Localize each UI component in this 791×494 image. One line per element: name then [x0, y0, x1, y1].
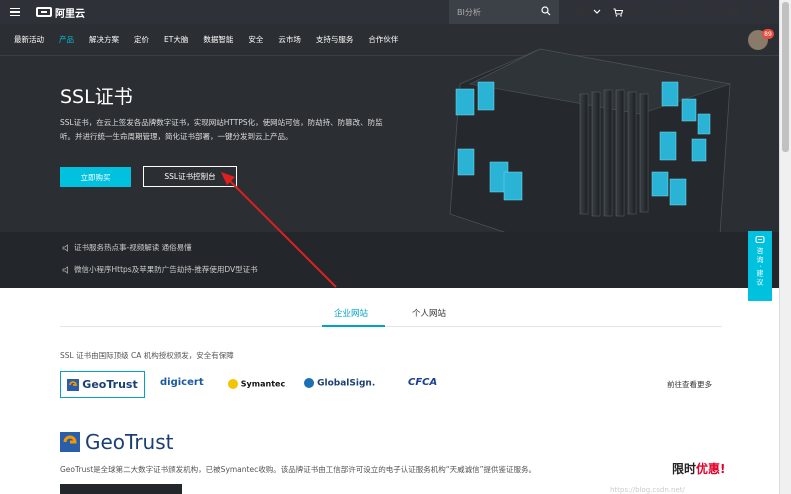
- cart-label: 购物车: [626, 7, 650, 17]
- page-scrollbar[interactable]: [779, 0, 791, 494]
- search-input[interactable]: BI分析: [449, 0, 559, 24]
- scrollbar-thumb[interactable]: [782, 2, 789, 152]
- nav-item[interactable]: ET大脑: [164, 34, 188, 45]
- tab-personal[interactable]: 个人网站: [412, 307, 446, 319]
- brand-symantec[interactable]: Symantec: [228, 379, 285, 389]
- site-type-tabs: 企业网站 个人网站: [60, 300, 722, 327]
- notification-badge: 89: [762, 29, 774, 39]
- watermark: https://blog.csdn.net/: [610, 486, 685, 494]
- geotrust-description: GeoTrust是全球第二大数字证书颁发机构，已被Symantec收购。该品牌证…: [60, 465, 536, 474]
- search-icon[interactable]: [541, 6, 551, 16]
- brand-label: GlobalSign.: [317, 378, 376, 389]
- aliyun-logo[interactable]: 阿里云: [36, 5, 85, 20]
- aliyun-logo-icon: [36, 7, 52, 17]
- buy-now-button[interactable]: 立即购买: [60, 167, 131, 187]
- limited-offer-label: 限时优惠!: [672, 460, 726, 477]
- geotrust-logo-icon: [67, 378, 80, 391]
- symantec-check-icon: [228, 379, 238, 389]
- brand-cfca[interactable]: CFCA: [408, 377, 437, 388]
- ssl-console-button[interactable]: SSL证书控制台: [143, 166, 237, 187]
- chat-icon: [755, 236, 765, 243]
- nav-item[interactable]: 产品: [59, 34, 74, 45]
- consult-suggest-button[interactable]: 咨询·建议: [748, 231, 772, 301]
- geotrust-logo-icon: [60, 432, 80, 452]
- nav-item[interactable]: 定价: [134, 34, 149, 45]
- news-text: 证书服务热点事-视频解读 通俗易懂: [74, 243, 192, 252]
- nav-item[interactable]: 数据智能: [203, 34, 233, 45]
- geotrust-heading: GeoTrust: [60, 430, 173, 454]
- nav-item[interactable]: 解决方案: [89, 34, 119, 45]
- active-tab-indicator: [322, 325, 385, 327]
- tab-enterprise[interactable]: 企业网站: [334, 307, 368, 319]
- logo-text: 阿里云: [55, 8, 85, 20]
- nav-item[interactable]: 安全: [248, 34, 263, 45]
- globalsign-globe-icon: [304, 378, 314, 388]
- hero-description: SSL证书，在云上签发各品牌数字证书，实现网站HTTPS化，使网站可信，防劫持、…: [60, 118, 383, 141]
- nav-item[interactable]: 支持与服务: [316, 34, 354, 45]
- chevron-down-icon: [593, 9, 601, 14]
- promo-highlight: 优惠!: [696, 462, 726, 476]
- console-link[interactable]: 控制台: [662, 7, 686, 18]
- geotrust-title: GeoTrust: [85, 430, 174, 454]
- speaker-icon: [62, 265, 68, 274]
- page-title: SSL证书: [60, 86, 133, 108]
- news-text: 微信小程序Https及苹果防广告劫持-推荐使用DV型证书: [74, 265, 258, 274]
- mail-link[interactable]: 邮箱: [754, 7, 770, 18]
- beian-link[interactable]: 备案: [726, 7, 742, 18]
- news-item[interactable]: 证书服务热点事-视频解读 通俗易懂: [62, 242, 192, 253]
- cart-link[interactable]: 购物车: [613, 7, 650, 18]
- region-selector[interactable]: 中国站: [566, 7, 601, 18]
- hero-banner: 最新活动 产品 解决方案 定价 ET大脑 数据智能 安全 云市场 支持与服务 合作伙伴 89 SS…: [0, 24, 779, 288]
- brand-geotrust[interactable]: GeoTrust: [60, 371, 145, 398]
- speaker-icon: [62, 243, 68, 252]
- nav-item[interactable]: 最新活动: [14, 34, 44, 45]
- nav-item[interactable]: 云市场: [278, 34, 301, 45]
- region-label: 中国站: [566, 7, 590, 17]
- search-value: BI分析: [457, 7, 481, 17]
- promo-prefix: 限时: [672, 462, 697, 476]
- brand-globalsign[interactable]: GlobalSign.: [304, 378, 375, 389]
- brand-digicert[interactable]: digicert: [160, 377, 204, 388]
- cart-icon: [613, 8, 623, 17]
- ssl-3d-illustration: [449, 48, 731, 244]
- product-card-header: [60, 484, 182, 494]
- consult-label: 咨询·建议: [756, 247, 764, 288]
- nav-item[interactable]: 合作伙伴: [368, 34, 398, 45]
- news-item[interactable]: 微信小程序Https及苹果防广告劫持-推荐使用DV型证书: [62, 264, 258, 275]
- brand-list: GeoTrust digicert Symantec GlobalSign. C…: [60, 371, 722, 398]
- menu-icon[interactable]: [0, 0, 30, 24]
- brand-label: Symantec: [240, 379, 286, 389]
- brand-label: GeoTrust: [82, 378, 138, 391]
- ca-authority-note: SSL 证书由国际顶级 CA 机构授权颁发，安全有保障: [60, 351, 234, 360]
- view-more-link[interactable]: 前往查看更多: [667, 379, 712, 390]
- top-right-links: 中国站 购物车 控制台 文档 备案 邮箱: [566, 0, 770, 24]
- hero-news-strip: 证书服务热点事-视频解读 通俗易懂 微信小程序Https及苹果防广告劫持-推荐使…: [0, 232, 779, 288]
- docs-link[interactable]: 文档: [698, 7, 714, 18]
